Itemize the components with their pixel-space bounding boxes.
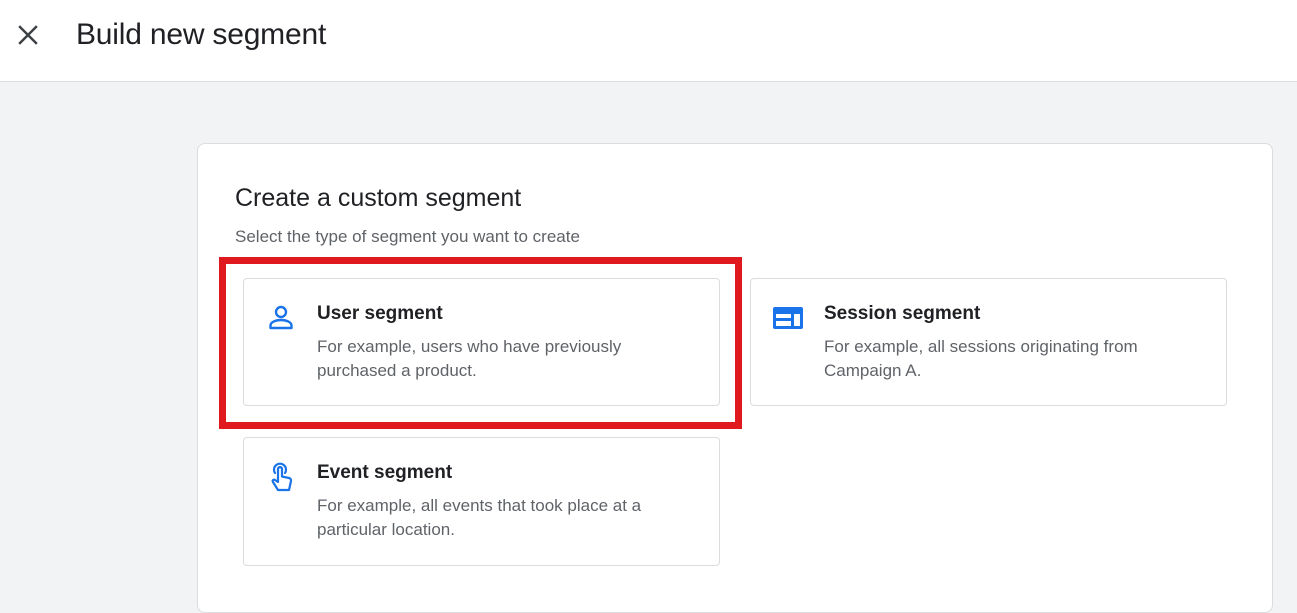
touch-icon (264, 460, 298, 494)
session-segment-card[interactable]: Session segment For example, all session… (750, 278, 1227, 406)
session-icon (771, 301, 805, 335)
event-segment-title: Event segment (317, 462, 453, 483)
user-segment-description: For example, users who have previously p… (317, 337, 622, 380)
header-bar: Build new segment (0, 0, 1297, 82)
user-segment-title: User segment (317, 303, 443, 324)
panel-title: Create a custom segment (235, 184, 522, 212)
page-title: Build new segment (76, 18, 327, 51)
person-icon (264, 301, 298, 335)
event-segment-card[interactable]: Event segment For example, all events th… (243, 437, 720, 566)
panel-subtitle: Select the type of segment you want to c… (235, 227, 580, 246)
session-segment-description: For example, all sessions originating fr… (824, 337, 1138, 380)
event-segment-description: For example, all events that took place … (317, 496, 642, 539)
close-icon (18, 25, 38, 45)
close-button[interactable] (10, 17, 46, 53)
user-segment-card[interactable]: User segment For example, users who have… (243, 278, 720, 406)
session-segment-title: Session segment (824, 303, 981, 324)
